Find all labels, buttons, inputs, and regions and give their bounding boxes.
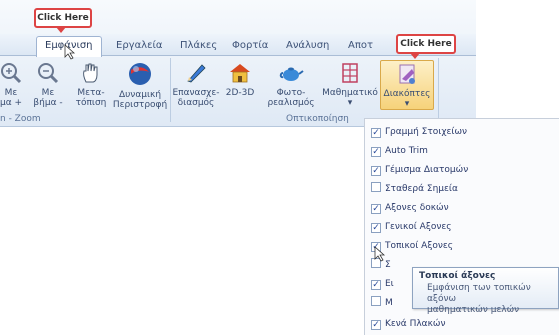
tooltip-title: Τοπικοί άξονες [419,271,496,281]
zoom-out-icon [38,63,59,84]
checkbox-checked[interactable]: ✓ [371,320,381,330]
checkbox-checked[interactable]: ✓ [371,223,381,233]
menu-item-general-axes[interactable]: ✓ Γενικοί Αξονες [371,218,452,236]
menu-item-label: Τοπικοί Αξονες [385,241,454,251]
callout-tail [410,53,420,59]
pan-label1: Μετα- [77,88,105,98]
checkbox-checked[interactable]: ✓ [371,280,381,290]
pan-label2: τόπιση [75,98,107,108]
menu-item-label: Ει [385,279,394,289]
tab-results[interactable]: Αποτ [348,37,373,55]
menu-item-label: Γέμισμα Διατομών [385,165,469,175]
mathematical-button[interactable]: Μαθηματικό ▾ [322,60,378,108]
group-label-zoom: n - Zoom [0,114,41,124]
zoom-out-button[interactable]: Με βήμα - [30,60,66,108]
menu-item-label: Auto Trim [385,146,428,156]
checkbox-checked[interactable]: ✓ [371,204,381,214]
menu-item-partial-2[interactable]: ✓ Ει [371,275,394,293]
mathematical-label2: ▾ [347,98,353,108]
zoom-in-label2: μα + [0,98,23,108]
zoom-out-label2: βήμα - [33,98,63,108]
rotation-label2: Περιστροφή [112,100,168,110]
menu-item-partial-3[interactable]: Μ [371,294,393,312]
ribbon-groups: Με μα + Με βήμα - Μετα- τόπιση Δυναμική … [0,56,476,126]
tooltip-body-line2: μαθηματικών μελών [427,305,520,315]
switches-icon [399,64,415,84]
teapot-icon [279,67,304,81]
checkbox-unchecked[interactable] [371,182,381,192]
rotation-sphere-icon [129,63,151,85]
menu-item-auto-trim[interactable]: ✓ Auto Trim [371,142,428,160]
click-here-callout-top: Click Here [34,8,92,28]
checkbox-checked[interactable]: ✓ [371,166,381,176]
house-icon [230,64,250,83]
menu-item-fixed-points[interactable]: Σταθερά Σημεία [371,180,458,198]
click-here-callout-right: Click Here [396,34,456,54]
callout-tail [56,27,66,33]
redraw-button[interactable]: Επανασχε- διασμός [172,60,220,108]
switches-button[interactable]: Διακόπτες ▾ [380,60,434,110]
dynamic-rotation-button[interactable]: Δυναμική Περιστροφή [112,60,168,110]
menu-item-beam-axes[interactable]: ✓ Αξονες δοκών [371,199,449,217]
tab-tools[interactable]: Εργαλεία [116,37,162,55]
photorealism-label2: ρεαλισμός [267,98,315,108]
2d-3d-label1: 2D-3D [225,88,255,98]
tooltip-body-line1: Εμφάνιση των τοπικών αξόνω [427,283,531,304]
menu-item-section-fill[interactable]: ✓ Γέμισμα Διατομών [371,161,468,179]
switches-label1: Διακόπτες [383,89,431,99]
frame-icon [342,63,358,83]
tab-slabs[interactable]: Πλάκες [180,37,217,55]
menu-item-label: Αξονες δοκών [385,203,449,213]
checkbox-unchecked[interactable] [371,296,381,306]
mouse-cursor-icon [374,246,386,262]
pencil-icon [187,64,206,83]
tab-analysis[interactable]: Ανάλυση [286,37,329,55]
redraw-label2: διασμός [177,98,215,108]
zoom-in-label1: Με [4,88,18,98]
group-label-visualization: Οπτικοποίηση [286,114,349,124]
menu-item-element-line[interactable]: ✓ Γραμμή Στοιχείων [371,123,467,141]
zoom-out-label1: Με [41,88,55,98]
2d-3d-button[interactable]: 2D-3D [220,60,260,98]
menu-item-label: Μ [385,298,393,308]
zoom-in-button[interactable]: Με μα + [0,60,26,108]
rotation-label1: Δυναμική [118,90,162,100]
menu-item-label: Κενά Πλακών [385,319,446,329]
group-separator [170,58,171,122]
pan-button[interactable]: Μετα- τόπιση [70,60,112,108]
mouse-cursor-icon [64,44,76,60]
menu-item-slab-voids[interactable]: ✓ Κενά Πλακών [371,315,445,333]
photorealism-button[interactable]: Φωτο- ρεαλισμός [266,60,316,108]
redraw-label1: Επανασχε- [172,88,220,98]
zoom-in-icon [1,63,22,84]
menu-item-label: Γραμμή Στοιχείων [385,127,468,137]
menu-item-label: Σταθερά Σημεία [385,184,458,194]
photorealism-label1: Φωτο- [276,88,306,98]
mathematical-label1: Μαθηματικό [322,88,378,98]
tab-loads[interactable]: Φορτία [232,37,268,55]
group-separator [438,58,439,122]
checkbox-checked[interactable]: ✓ [371,147,381,157]
switches-label2: ▾ [404,99,410,109]
local-axes-tooltip: Τοπικοί άξονες Εμφάνιση των τοπικών αξόν… [412,267,559,315]
hand-icon [83,63,98,83]
checkbox-checked[interactable]: ✓ [371,128,381,138]
menu-item-label: Γενικοί Αξονες [385,222,452,232]
